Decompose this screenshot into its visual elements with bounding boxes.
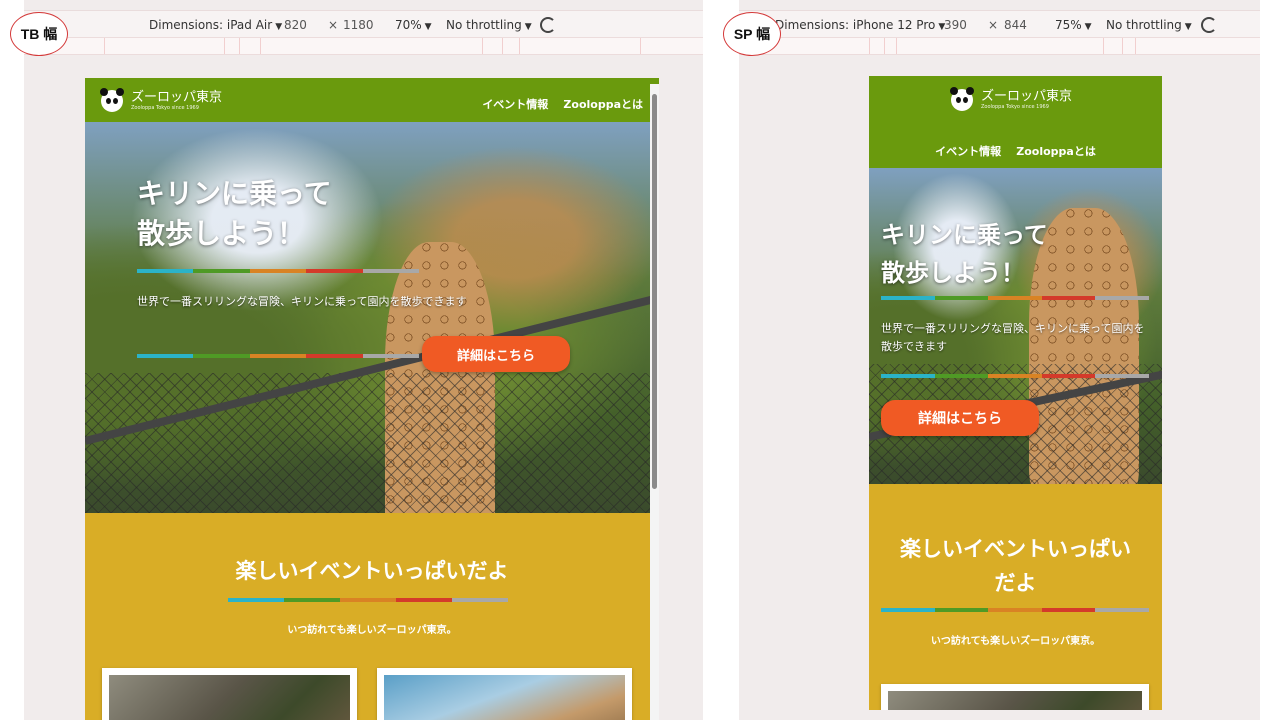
site-tagline: Zooloppa Tokyo since 1969 bbox=[131, 105, 199, 111]
width-input[interactable]: 820 bbox=[284, 18, 307, 32]
events-subtitle: いつ訪れても楽しいズーロッパ東京。 bbox=[930, 636, 1101, 647]
device-toolbar: Dimensions: iPhone 12 Pro ▼ 390 × 844 75%… bbox=[739, 10, 1260, 38]
zoom-label: 75% bbox=[1055, 18, 1082, 32]
events-title-line1: 楽しいイベントいっぱい bbox=[900, 537, 1131, 561]
hero-title-line1: キリンに乗って bbox=[881, 221, 1048, 249]
nav-about-link[interactable]: Zooloppaとは bbox=[1016, 145, 1096, 158]
kitten-image bbox=[888, 691, 1142, 710]
hero-title-line2: 散歩しよう！ bbox=[137, 217, 306, 250]
rotate-icon[interactable] bbox=[1201, 17, 1217, 33]
site-logo[interactable]: ズーロッパ東京 Zooloppa Tokyo since 1969 bbox=[950, 87, 1073, 111]
events-subtitle: いつ訪れても楽しいズーロッパ東京。 bbox=[287, 625, 457, 636]
smartphone-viewport: ズーロッパ東京 Zooloppa Tokyo since 1969 イベント情報… bbox=[869, 76, 1162, 710]
hero-title: キリンに乗って 散歩しよう！ bbox=[137, 174, 332, 254]
site-name: ズーロッパ東京 bbox=[981, 89, 1073, 104]
hero-text: 世界で一番スリリングな冒険、キリンに乗って園内を散歩できます bbox=[881, 322, 1145, 353]
fence-image bbox=[85, 373, 659, 513]
tablet-viewport: ズーロッパ東京 Zooloppa Tokyo since 1969 イベント情報… bbox=[85, 78, 659, 720]
events-section: 楽しいイベントいっぱいだよ いつ訪れても楽しいズーロッパ東京。 bbox=[85, 513, 659, 720]
nav-about-link[interactable]: Zooloppaとは bbox=[563, 98, 643, 111]
hero-stripe-bottom bbox=[881, 374, 1149, 378]
throttle-select[interactable]: No throttling ▼ bbox=[1106, 18, 1192, 32]
times-sign: × bbox=[988, 18, 999, 32]
device-label: Dimensions: iPad Air bbox=[149, 18, 273, 32]
chevron-down-icon: ▼ bbox=[1184, 22, 1192, 32]
event-card[interactable] bbox=[102, 668, 357, 720]
events-section: 楽しいイベントいっぱい だよ いつ訪れても楽しいズーロッパ東京。 bbox=[869, 484, 1162, 710]
site-tagline: Zooloppa Tokyo since 1969 bbox=[981, 104, 1049, 110]
throttle-label: No throttling bbox=[446, 18, 522, 32]
hero-stripe-top bbox=[137, 269, 420, 273]
kitten-image bbox=[109, 675, 350, 720]
hero-section: キリンに乗って 散歩しよう！ 世界で一番スリリングな冒険、キリンに乗って園内を散… bbox=[869, 168, 1162, 484]
giraffe-card-image bbox=[384, 675, 625, 720]
site-header: ズーロッパ東京 Zooloppa Tokyo since 1969 イベント情報… bbox=[869, 76, 1162, 168]
site-header: ズーロッパ東京 Zooloppa Tokyo since 1969 イベント情報… bbox=[85, 78, 659, 122]
events-stripe bbox=[228, 598, 508, 602]
device-select[interactable]: Dimensions: iPhone 12 Pro ▼ bbox=[775, 18, 945, 32]
site-nav: イベント情報 Zooloppaとは bbox=[472, 93, 643, 112]
height-input[interactable]: 844 bbox=[1004, 18, 1027, 32]
tb-width-badge: TB 幅 bbox=[10, 12, 68, 56]
sp-width-badge: SP 幅 bbox=[723, 12, 781, 56]
event-card[interactable] bbox=[881, 684, 1149, 710]
zoom-select[interactable]: 70% ▼ bbox=[395, 18, 432, 32]
chevron-down-icon: ▼ bbox=[275, 22, 283, 32]
times-sign: × bbox=[328, 18, 339, 32]
events-title-line2: だよ bbox=[994, 571, 1037, 595]
throttle-label: No throttling bbox=[1106, 18, 1182, 32]
nav-events-link[interactable]: イベント情報 bbox=[935, 145, 1001, 158]
hero-text: 世界で一番スリリングな冒険、キリンに乗って園内を散歩できます bbox=[137, 295, 467, 308]
hero-stripe-bottom bbox=[137, 354, 420, 358]
device-select[interactable]: Dimensions: iPad Air ▼ bbox=[149, 18, 282, 32]
site-nav: イベント情報 Zooloppaとは bbox=[869, 140, 1162, 159]
width-input[interactable]: 390 bbox=[944, 18, 967, 32]
details-button[interactable]: 詳細はこちら bbox=[422, 336, 570, 372]
device-label: Dimensions: iPhone 12 Pro bbox=[775, 18, 936, 32]
hero-stripe-top bbox=[881, 296, 1149, 300]
media-query-ruler bbox=[739, 37, 1260, 55]
events-stripe bbox=[881, 608, 1149, 612]
chevron-down-icon: ▼ bbox=[524, 22, 532, 32]
zoom-select[interactable]: 75% ▼ bbox=[1055, 18, 1092, 32]
panda-icon bbox=[100, 88, 124, 112]
hero-title-line1: キリンに乗って bbox=[137, 177, 332, 210]
site-logo[interactable]: ズーロッパ東京 Zooloppa Tokyo since 1969 bbox=[100, 88, 223, 112]
panda-icon bbox=[950, 87, 974, 111]
nav-events-link[interactable]: イベント情報 bbox=[482, 98, 548, 111]
height-input[interactable]: 1180 bbox=[343, 18, 374, 32]
scrollbar-thumb[interactable] bbox=[652, 94, 657, 489]
events-title: 楽しいイベントいっぱい だよ bbox=[869, 532, 1162, 600]
hero-title: キリンに乗って 散歩しよう！ bbox=[881, 216, 1048, 292]
event-card[interactable] bbox=[377, 668, 632, 720]
hero-section: キリンに乗って 散歩しよう！ 世界で一番スリリングな冒険、キリンに乗って園内を散… bbox=[85, 122, 659, 513]
media-query-ruler bbox=[24, 37, 703, 55]
throttle-select[interactable]: No throttling ▼ bbox=[446, 18, 532, 32]
events-title: 楽しいイベントいっぱいだよ bbox=[235, 559, 509, 583]
hero-title-line2: 散歩しよう！ bbox=[881, 259, 1025, 287]
site-name: ズーロッパ東京 bbox=[131, 90, 223, 105]
device-toolbar: Dimensions: iPad Air ▼ 820 × 1180 70% ▼ No… bbox=[24, 10, 703, 38]
details-button[interactable]: 詳細はこちら bbox=[881, 400, 1039, 436]
zoom-label: 70% bbox=[395, 18, 422, 32]
rotate-icon[interactable] bbox=[540, 17, 556, 33]
chevron-down-icon: ▼ bbox=[1084, 22, 1092, 32]
page-scrollbar[interactable] bbox=[650, 84, 659, 720]
chevron-down-icon: ▼ bbox=[424, 22, 432, 32]
